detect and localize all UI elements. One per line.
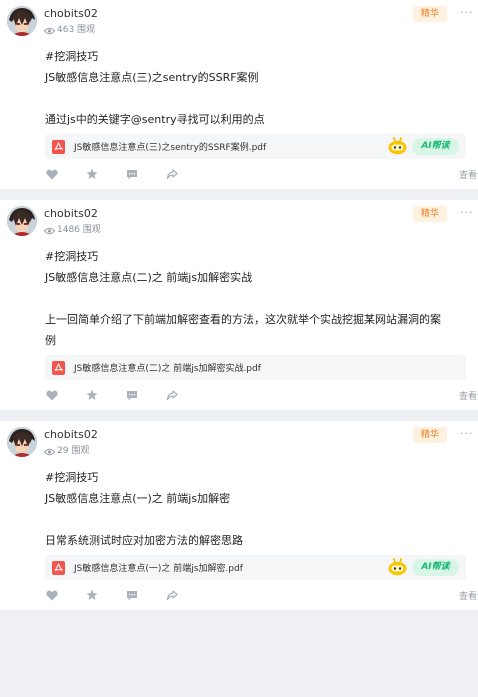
ai-read[interactable]: AI帮读 [387, 137, 459, 155]
avatar[interactable] [7, 206, 37, 236]
post-text-line: JS敏感信息注意点(一)之 前端js加解密 [45, 492, 231, 505]
attachment-filename: JS敏感信息注意点(一)之 前端js加解密.pdf [74, 564, 243, 574]
view-count-text: 463 围观 [57, 25, 96, 35]
view-detail-link[interactable]: 查看详情 › [459, 389, 478, 402]
eye-icon [44, 448, 55, 455]
more-icon[interactable]: ··· [460, 427, 474, 440]
post-feed: chobits02 463 围观 精华 ··· #挖洞技巧 JS敏感信息注意点(三… [0, 0, 478, 610]
post-header: chobits02 29 围观 [7, 427, 466, 467]
pdf-icon [52, 139, 65, 154]
ai-read-button[interactable]: AI帮读 [412, 137, 459, 155]
share-icon[interactable] [165, 389, 178, 402]
view-detail-link[interactable]: 查看详情 › [459, 589, 478, 602]
star-icon[interactable] [85, 589, 98, 602]
post-card: chobits02 463 围观 精华 ··· #挖洞技巧 JS敏感信息注意点(三… [0, 0, 478, 189]
view-count-text: 1486 围观 [57, 225, 101, 235]
post-card: chobits02 29 围观 精华 ··· #挖洞技巧 JS敏感信息注意点(一)… [0, 421, 478, 610]
avatar[interactable] [7, 427, 37, 457]
share-icon[interactable] [165, 589, 178, 602]
post-header: chobits02 463 围观 [7, 6, 466, 46]
ai-read-button[interactable]: AI帮读 [412, 558, 459, 576]
attachment[interactable]: JS敏感信息注意点(二)之 前端js加解密实战.pdf [45, 355, 466, 380]
attachment-filename: JS敏感信息注意点(三)之sentry的SSRF案例.pdf [74, 143, 267, 153]
post-body: #挖洞技巧 JS敏感信息注意点(三)之sentry的SSRF案例 通过js中的关键字… [7, 46, 478, 189]
post-card: chobits02 1486 围观 精华 ··· #挖洞技巧 JS敏感信息注意点(… [0, 200, 478, 410]
attachment[interactable]: JS敏感信息注意点(一)之 前端js加解密.pdf AI帮读 [45, 555, 466, 580]
star-icon[interactable] [85, 168, 98, 181]
eye-icon [44, 27, 55, 34]
action-bar: 查看详情 › [45, 380, 478, 410]
avatar[interactable] [7, 6, 37, 36]
like-icon[interactable] [45, 389, 58, 402]
eye-icon [44, 227, 55, 234]
view-detail-link[interactable]: 查看详情 › [459, 168, 478, 181]
post-content[interactable]: #挖洞技巧 JS敏感信息注意点(三)之sentry的SSRF案例 通过js中的关键字… [45, 46, 466, 130]
ai-read[interactable]: AI帮读 [387, 558, 459, 576]
action-bar: 查看详情 › [45, 159, 478, 189]
attachment-filename: JS敏感信息注意点(二)之 前端js加解密实战.pdf [74, 364, 261, 374]
post-tag[interactable]: #挖洞技巧 [45, 246, 466, 267]
attachment[interactable]: JS敏感信息注意点(三)之sentry的SSRF案例.pdf AI帮读 [45, 134, 466, 159]
comment-icon[interactable] [125, 168, 138, 181]
author-name[interactable]: chobits02 [44, 428, 98, 442]
robot-icon [388, 558, 407, 576]
share-icon[interactable] [165, 168, 178, 181]
post-content[interactable]: #挖洞技巧 JS敏感信息注意点(一)之 前端js加解密 日常系统测试时应对加密方法的… [45, 467, 466, 551]
view-count: 463 围观 [44, 25, 98, 36]
robot-icon [388, 137, 407, 155]
featured-badge: 精华 [413, 6, 447, 22]
view-count-text: 29 围观 [57, 446, 90, 456]
pdf-icon [52, 360, 65, 375]
comment-icon[interactable] [125, 389, 138, 402]
more-icon[interactable]: ··· [460, 6, 474, 19]
post-text-line: JS敏感信息注意点(二)之 前端js加解密实战 [45, 271, 253, 284]
post-tag[interactable]: #挖洞技巧 [45, 46, 466, 67]
post-content[interactable]: #挖洞技巧 JS敏感信息注意点(二)之 前端js加解密实战上一回简单介绍了下前端加… [45, 246, 466, 351]
post-text-line: 通过js中的关键字@sentry寻找可以利用的点 [45, 113, 265, 126]
featured-badge: 精华 [413, 206, 447, 222]
post-text-line: 上一回简单介绍了下前端加解密查看的方法，这次就举个实战挖掘某网站漏洞的案 [45, 313, 441, 326]
author-name[interactable]: chobits02 [44, 207, 101, 221]
star-icon[interactable] [85, 389, 98, 402]
post-body: #挖洞技巧 JS敏感信息注意点(一)之 前端js加解密 日常系统测试时应对加密方法的… [7, 467, 478, 610]
post-tag[interactable]: #挖洞技巧 [45, 467, 466, 488]
comment-icon[interactable] [125, 589, 138, 602]
post-text-line: 例 [45, 334, 56, 347]
more-icon[interactable]: ··· [460, 206, 474, 219]
view-count: 29 围观 [44, 446, 98, 457]
post-header: chobits02 1486 围观 [7, 206, 466, 246]
post-text-line: 日常系统测试时应对加密方法的解密思路 [45, 534, 243, 547]
like-icon[interactable] [45, 168, 58, 181]
view-count: 1486 围观 [44, 225, 101, 236]
post-body: #挖洞技巧 JS敏感信息注意点(二)之 前端js加解密实战上一回简单介绍了下前端加… [7, 246, 478, 410]
featured-badge: 精华 [413, 427, 447, 443]
action-bar: 查看详情 › [45, 580, 478, 610]
pdf-icon [52, 560, 65, 575]
post-text-line: JS敏感信息注意点(三)之sentry的SSRF案例 [45, 71, 259, 84]
like-icon[interactable] [45, 589, 58, 602]
author-name[interactable]: chobits02 [44, 7, 98, 21]
